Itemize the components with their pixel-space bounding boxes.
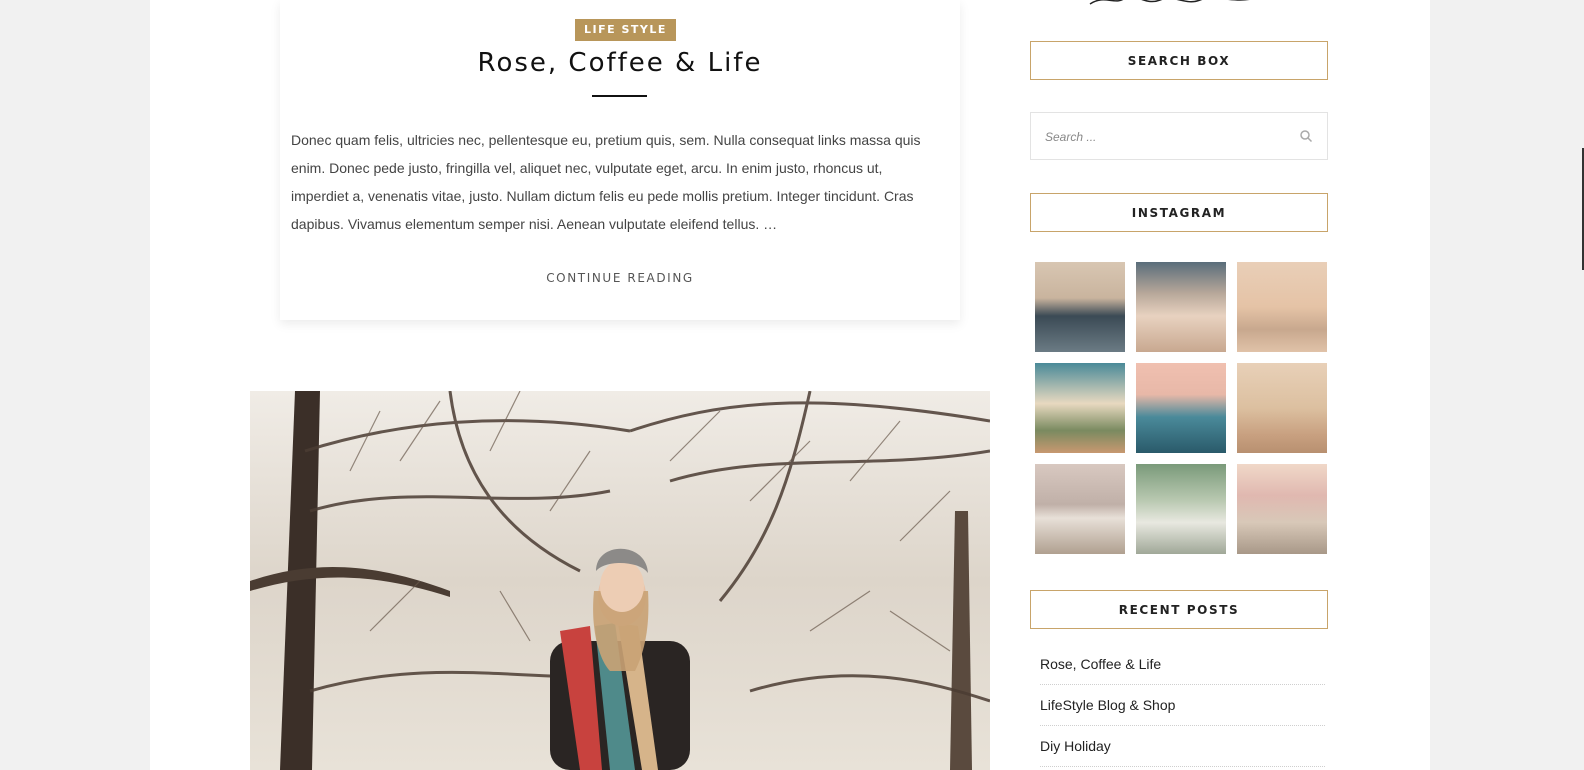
- list-item[interactable]: LifeStyle Blog & Shop: [1040, 685, 1325, 726]
- list-item[interactable]: Rose, Coffee & Life: [1040, 644, 1325, 685]
- recent-posts-widget-title: RECENT POSTS: [1030, 590, 1328, 629]
- instagram-photo[interactable]: [1035, 464, 1125, 554]
- instagram-grid: [1035, 262, 1327, 554]
- instagram-photo[interactable]: [1237, 464, 1327, 554]
- search-icon[interactable]: [1299, 129, 1313, 143]
- instagram-widget-title: INSTAGRAM: [1030, 193, 1328, 232]
- signature-logo: [1089, 0, 1250, 5]
- search-input[interactable]: [1043, 125, 1287, 149]
- list-item[interactable]: Diy Holiday: [1040, 726, 1325, 767]
- instagram-photo[interactable]: [1035, 262, 1125, 352]
- recent-post-link[interactable]: Diy Holiday: [1040, 738, 1111, 754]
- instagram-photo[interactable]: [1035, 363, 1125, 453]
- recent-posts-list: Rose, Coffee & Life LifeStyle Blog & Sho…: [1040, 644, 1325, 767]
- instagram-photo[interactable]: [1136, 464, 1226, 554]
- recent-post-link[interactable]: Rose, Coffee & Life: [1040, 656, 1161, 672]
- featured-post-image[interactable]: [250, 391, 990, 770]
- instagram-photo[interactable]: [1136, 363, 1226, 453]
- title-divider: [592, 95, 647, 97]
- post-title[interactable]: Rose, Coffee & Life: [280, 48, 960, 78]
- search-box: [1030, 112, 1328, 160]
- instagram-photo[interactable]: [1136, 262, 1226, 352]
- instagram-photo[interactable]: [1237, 363, 1327, 453]
- search-widget-title: SEARCH BOX: [1030, 41, 1328, 80]
- post-excerpt: Donec quam felis, ultricies nec, pellent…: [291, 132, 921, 232]
- continue-reading-link[interactable]: CONTINUE READING: [280, 271, 960, 285]
- recent-post-link[interactable]: LifeStyle Blog & Shop: [1040, 697, 1175, 713]
- instagram-photo[interactable]: [1237, 262, 1327, 352]
- winter-woman-illustration: [250, 391, 990, 770]
- category-badge[interactable]: LIFE STYLE: [575, 19, 676, 41]
